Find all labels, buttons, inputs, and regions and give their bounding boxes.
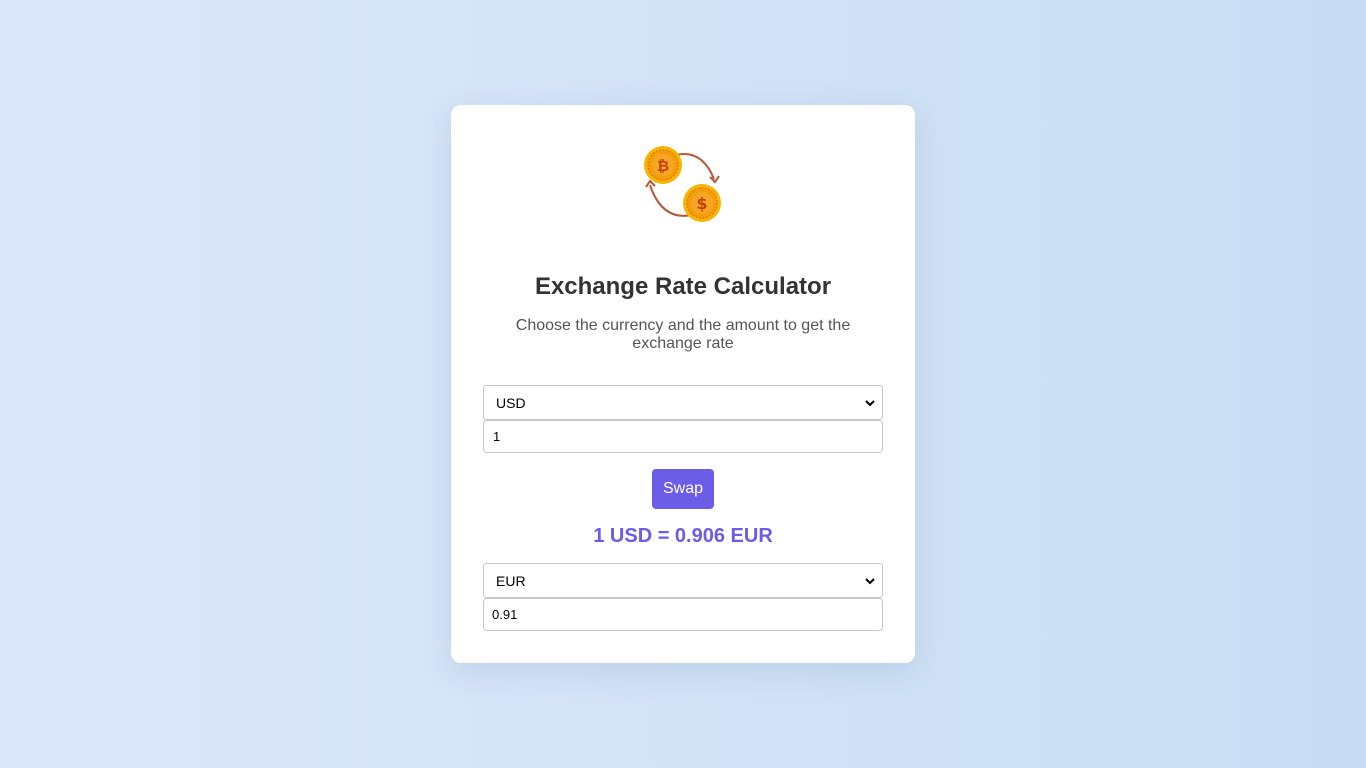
from-amount-input[interactable]: 1	[483, 420, 883, 453]
from-amount-value: 1	[493, 429, 501, 444]
calculator-card: ₿ $ Exchange Rate Calculator Choose the …	[451, 105, 915, 663]
swap-button[interactable]: Swap	[652, 469, 714, 509]
from-currency-select[interactable]: USD	[483, 385, 883, 420]
exchange-rate-text: 1 USD = 0.906 EUR	[593, 525, 773, 547]
to-currency-value: EUR	[496, 572, 526, 589]
svg-text:₿: ₿	[657, 157, 669, 175]
page-subtitle: Choose the currency and the amount to ge…	[515, 317, 851, 352]
chevron-down-icon	[865, 578, 875, 585]
to-amount-value: 0.91	[492, 607, 518, 622]
to-amount-input[interactable]: 0.91	[483, 598, 883, 631]
currency-exchange-icon: ₿ $	[644, 146, 721, 222]
svg-text:$: $	[696, 194, 707, 213]
page-title: Exchange Rate Calculator	[534, 273, 832, 300]
chevron-down-icon	[865, 400, 875, 407]
to-currency-select[interactable]: EUR	[483, 563, 883, 598]
from-currency-value: USD	[496, 394, 526, 411]
